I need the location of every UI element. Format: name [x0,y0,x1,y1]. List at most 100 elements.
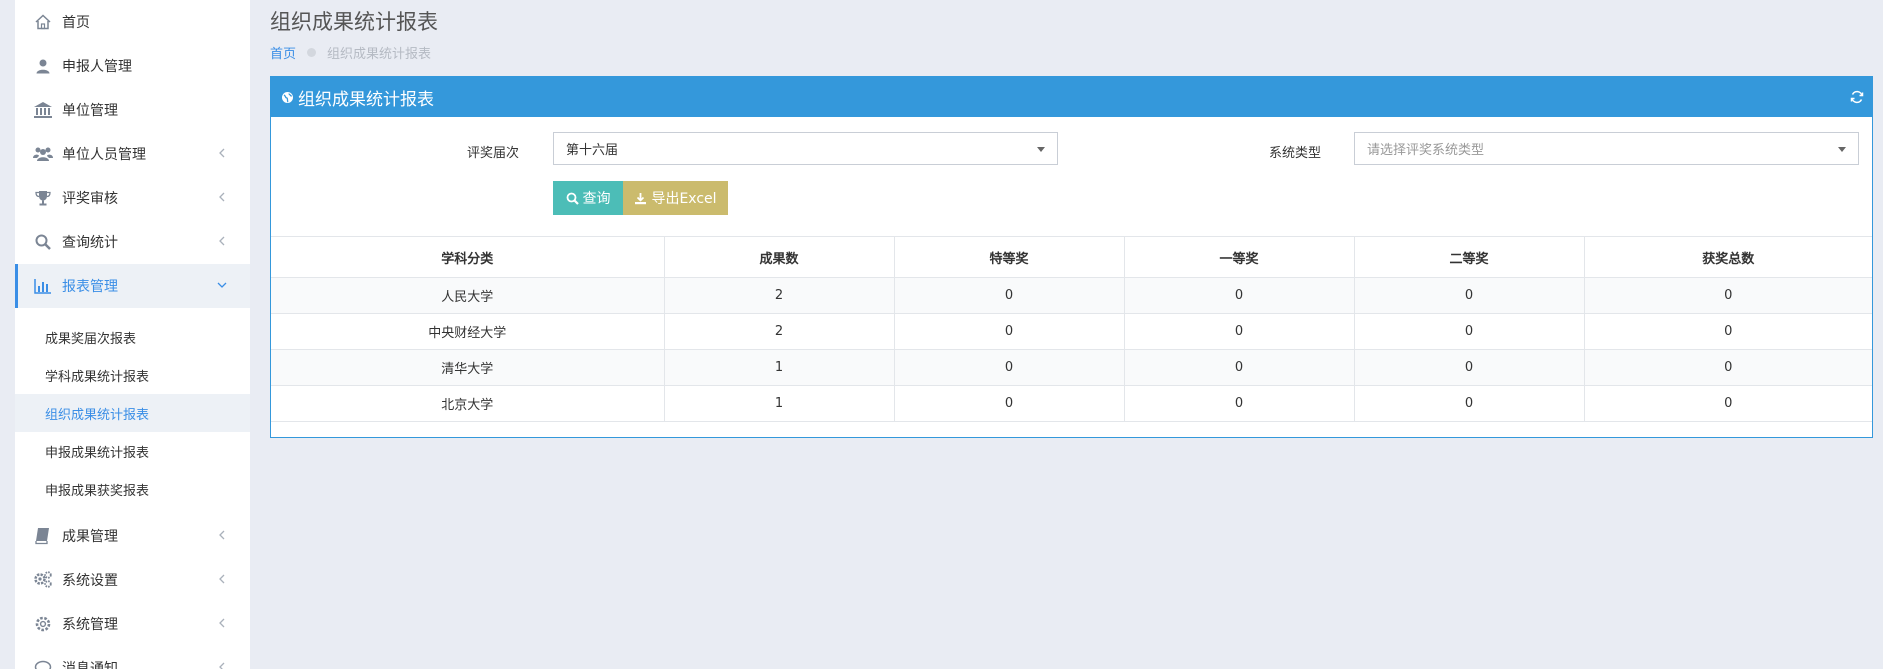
table-row: 中央财经大学 2 0 0 0 0 [271,313,1872,350]
table-cell: 北京大学 [271,385,665,422]
breadcrumb: 首页 组织成果统计报表 [270,43,431,62]
message-icon [32,657,54,669]
table-cell: 0 [1124,349,1355,386]
user-icon [32,55,54,77]
submenu-award-winning-report[interactable]: 申报成果获奖报表 [15,470,250,508]
sidebar: 首页 申报人管理 单位管理 单位人员管理 评奖审核 查询统计 报表管理 成果奖届… [15,0,250,669]
panel-header: 组织成果统计报表 [271,77,1872,117]
table-cell: 0 [1354,277,1585,314]
table-cell: 中央财经大学 [271,313,665,350]
chevron-down-icon [1838,147,1846,152]
table-cell: 1 [664,385,895,422]
table-header-row: 学科分类 成果数 特等奖 一等奖 二等奖 获奖总数 [271,236,1872,278]
sidebar-item-unit-staff[interactable]: 单位人员管理 [15,132,250,176]
report-panel: 组织成果统计报表 评奖届次 第十六届 系统类型 请选择评奖系统类型 查询 导出E… [270,76,1873,438]
column-header: 特等奖 [894,236,1125,278]
award-round-label: 评奖届次 [467,146,520,161]
system-type-select[interactable]: 请选择评奖系统类型 [1354,132,1859,165]
bank-icon [32,99,54,121]
award-round-select[interactable]: 第十六届 [553,132,1058,165]
users-icon [32,143,54,165]
column-header: 一等奖 [1124,236,1355,278]
table-cell: 0 [1354,313,1585,350]
export-excel-button[interactable]: 导出Excel [623,181,728,215]
sidebar-item-review[interactable]: 评奖审核 [15,176,250,220]
chevron-left-icon [216,573,228,585]
sidebar-item-label: 首页 [62,15,90,31]
table-cell: 2 [664,277,895,314]
sidebar-item-system-settings[interactable]: 系统设置 [15,558,250,602]
chevron-down-icon [216,279,228,291]
table-cell: 0 [1584,277,1872,314]
download-icon [634,192,647,205]
table-cell: 0 [1584,385,1872,422]
table-row: 清华大学 1 0 0 0 0 [271,349,1872,386]
chevron-left-icon [216,147,228,159]
trophy-icon [32,187,54,209]
export-button-label: 导出Excel [651,191,717,207]
table-cell: 清华大学 [271,349,665,386]
chevron-left-icon [216,617,228,629]
sidebar-item-label: 消息通知 [62,661,118,669]
home-icon [32,11,54,33]
submenu-application-report[interactable]: 申报成果统计报表 [15,432,250,470]
breadcrumb-current: 组织成果统计报表 [327,47,432,62]
panel-title: 组织成果统计报表 [298,89,434,110]
chevron-left-icon [216,529,228,541]
cogs-icon [32,569,54,591]
system-type-placeholder: 请选择评奖系统类型 [1367,143,1485,158]
chevron-left-icon [216,191,228,203]
table-cell: 0 [894,277,1125,314]
table-row: 人民大学 2 0 0 0 0 [271,277,1872,314]
table-cell: 0 [1354,349,1585,386]
page-title: 组织成果统计报表 [270,10,438,34]
sidebar-item-label: 报表管理 [62,279,118,295]
column-header: 学科分类 [271,236,665,278]
sidebar-item-label: 单位人员管理 [62,147,146,163]
column-header: 获奖总数 [1584,236,1872,278]
table-cell: 0 [1584,313,1872,350]
sidebar-item-messages[interactable]: 消息通知 [15,646,250,669]
bar-chart-icon [32,275,54,297]
query-button[interactable]: 查询 [553,181,623,215]
sidebar-item-system-management[interactable]: 系统管理 [15,602,250,646]
sidebar-item-label: 系统设置 [62,573,118,589]
sidebar-item-home[interactable]: 首页 [15,0,250,44]
column-header: 二等奖 [1354,236,1585,278]
table-row: 北京大学 1 0 0 0 0 [271,385,1872,422]
search-icon [32,231,54,253]
sidebar-item-applicant[interactable]: 申报人管理 [15,44,250,88]
report-submenu: 成果奖届次报表 学科成果统计报表 组织成果统计报表 申报成果统计报表 申报成果获… [15,308,250,514]
column-header: 成果数 [664,236,895,278]
refresh-icon[interactable] [1850,90,1864,104]
breadcrumb-separator [307,48,317,57]
submenu-discipline-report[interactable]: 学科成果统计报表 [15,356,250,394]
table-cell: 0 [1584,349,1872,386]
table-cell: 0 [1124,313,1355,350]
sidebar-item-label: 查询统计 [62,235,118,251]
sidebar-item-query-stats[interactable]: 查询统计 [15,220,250,264]
sidebar-item-report[interactable]: 报表管理 [15,264,250,308]
globe-icon [281,91,294,104]
breadcrumb-home-link[interactable]: 首页 [270,43,296,62]
award-round-value: 第十六届 [566,143,619,158]
table-cell: 0 [1124,277,1355,314]
chevron-left-icon [216,235,228,247]
table-cell: 0 [894,313,1125,350]
sidebar-item-label: 系统管理 [62,617,118,633]
report-table: 学科分类 成果数 特等奖 一等奖 二等奖 获奖总数 人民大学 2 0 0 0 0 [271,236,1872,422]
table-cell: 2 [664,313,895,350]
system-type-label: 系统类型 [1269,146,1322,161]
submenu-award-round-report[interactable]: 成果奖届次报表 [15,318,250,356]
table-cell: 0 [894,385,1125,422]
sidebar-item-unit[interactable]: 单位管理 [15,88,250,132]
sidebar-item-label: 成果管理 [62,529,118,545]
sidebar-item-achievement[interactable]: 成果管理 [15,514,250,558]
sidebar-item-label: 单位管理 [62,103,118,119]
table-cell: 0 [1124,385,1355,422]
sidebar-item-label: 评奖审核 [62,191,118,207]
submenu-organization-report[interactable]: 组织成果统计报表 [15,394,250,432]
gear-icon [32,613,54,635]
table-cell: 人民大学 [271,277,665,314]
book-icon [32,525,54,547]
